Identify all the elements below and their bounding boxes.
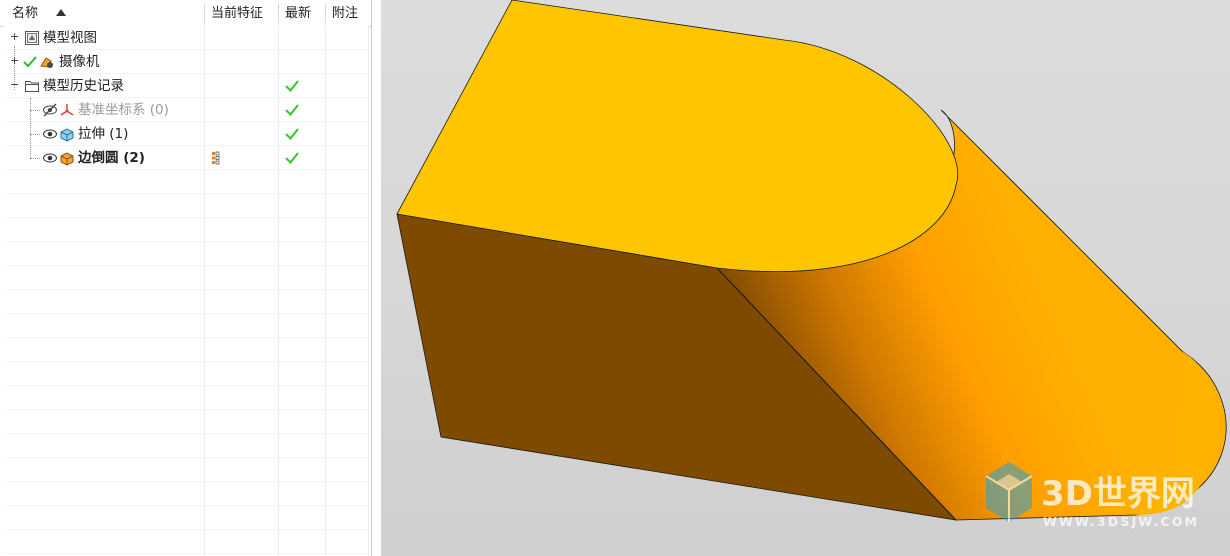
expand-plus-icon[interactable]: + xyxy=(10,31,19,42)
checkmark-icon[interactable] xyxy=(22,54,38,70)
graphics-viewport[interactable]: 3D世界网 WWW.3DSJW.COM xyxy=(381,0,1230,556)
tree-row-extrude[interactable]: 拉伸 (1) xyxy=(4,122,368,146)
visible-eye-icon[interactable] xyxy=(42,126,58,142)
column-header-current-feature-label: 当前特征 xyxy=(211,6,264,21)
tree-row-datum-csys[interactable]: 基准坐标系 (0) xyxy=(4,98,368,122)
model-views-icon xyxy=(25,31,39,45)
column-header-latest[interactable]: 最新 xyxy=(279,0,325,26)
extrude-icon xyxy=(60,128,74,142)
camera-icon xyxy=(40,57,53,68)
part-navigator-panel: 名称 当前特征 最新 附注 + 模型视图 + 摄像机 − 模型历史记录 基准坐标… xyxy=(0,0,372,556)
tree-row-label: 摄像机 xyxy=(59,54,100,70)
model-3d-view[interactable]: 3D世界网 WWW.3DSJW.COM xyxy=(381,0,1230,556)
tree-row-model-views[interactable]: + 模型视图 xyxy=(4,26,368,50)
sort-ascending-icon[interactable] xyxy=(56,9,67,16)
tree-row-label: 模型历史记录 xyxy=(43,78,124,94)
tree-row-label: 模型视图 xyxy=(43,30,97,46)
column-header-row: 名称 当前特征 最新 附注 xyxy=(0,0,371,27)
column-header-latest-label: 最新 xyxy=(285,6,312,21)
watermark-title: 3D世界网 xyxy=(1041,474,1195,514)
tree-row-label: 边倒圆 (2) xyxy=(78,150,145,166)
tree-row-cameras[interactable]: + 摄像机 xyxy=(4,50,368,74)
tree-row-edge-blend[interactable]: 边倒圆 (2) xyxy=(4,146,368,170)
current-feature-icon xyxy=(212,151,220,165)
expand-plus-icon[interactable]: + xyxy=(10,55,19,66)
column-header-notes[interactable]: 附注 xyxy=(326,0,370,26)
tree-row-label: 基准坐标系 (0) xyxy=(78,102,169,118)
watermark-url: WWW.3DSJW.COM xyxy=(1043,514,1199,529)
latest-checkmark-icon xyxy=(285,152,299,165)
tree-row-model-history[interactable]: − 模型历史记录 xyxy=(4,74,368,98)
column-header-name[interactable]: 名称 xyxy=(6,0,204,26)
column-header-notes-label: 附注 xyxy=(332,6,359,21)
datum-csys-icon xyxy=(60,104,74,116)
edge-blend-icon xyxy=(60,152,74,166)
latest-checkmark-icon xyxy=(285,80,299,93)
visible-eye-icon[interactable] xyxy=(42,150,58,166)
collapse-minus-icon[interactable]: − xyxy=(10,79,19,90)
hidden-eye-icon[interactable] xyxy=(42,102,58,118)
tree-row-label: 拉伸 (1) xyxy=(78,126,129,142)
column-gridline xyxy=(368,26,369,556)
latest-checkmark-icon xyxy=(285,128,299,141)
folder-icon xyxy=(25,81,39,92)
column-header-current-feature[interactable]: 当前特征 xyxy=(205,0,278,26)
column-header-name-label: 名称 xyxy=(12,6,39,21)
latest-checkmark-icon xyxy=(285,104,299,117)
